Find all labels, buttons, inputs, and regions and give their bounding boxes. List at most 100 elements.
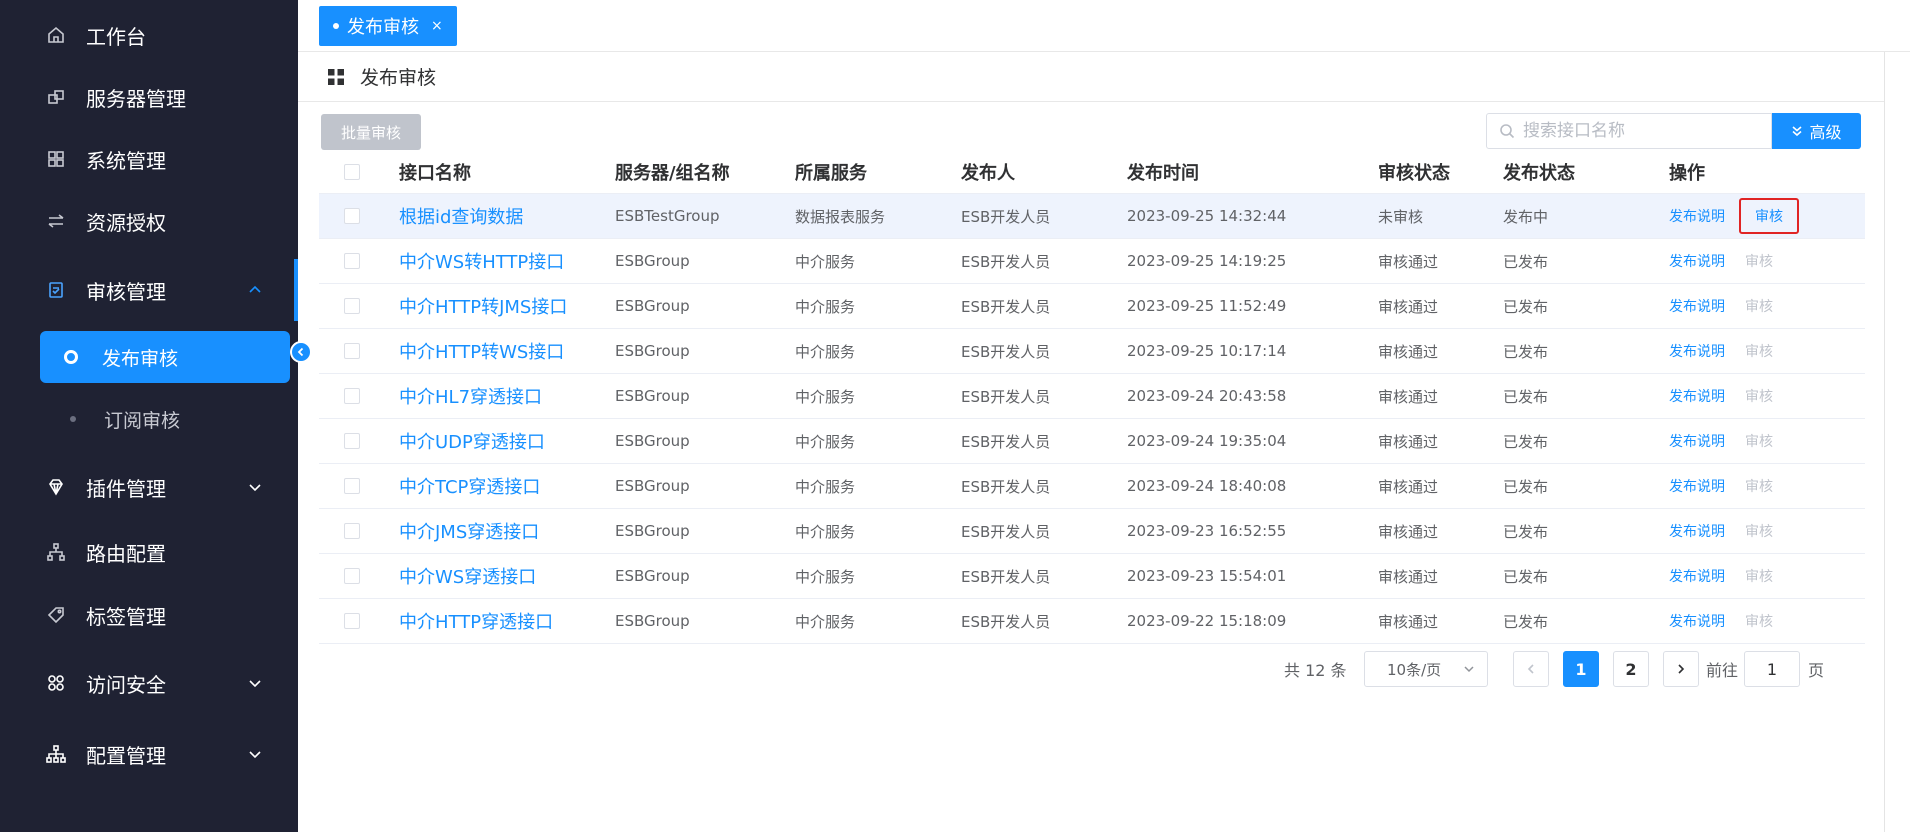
table-row[interactable]: 中介UDP穿透接口 ESBGroup 中介服务 ESB开发人员 2023-09-24 1… xyxy=(319,419,1865,464)
publish-note-link[interactable]: 发布说明 xyxy=(1669,206,1725,226)
publish-note-link[interactable]: 发布说明 xyxy=(1669,296,1725,316)
publish-note-link[interactable]: 发布说明 xyxy=(1669,521,1725,541)
next-page-button[interactable] xyxy=(1663,651,1699,687)
pagination-total: 共 12 条 xyxy=(1284,661,1347,680)
column-header[interactable]: 发布状态 xyxy=(1503,159,1669,185)
batch-audit-button[interactable]: 批量审核 xyxy=(321,114,421,150)
interface-name-link[interactable]: 中介WS穿透接口 xyxy=(399,563,615,589)
search-box xyxy=(1486,113,1772,149)
table-row[interactable]: 中介HTTP转WS接口 ESBGroup 中介服务 ESB开发人员 2023-09-25… xyxy=(319,329,1865,374)
sidebar-subitem-label: 订阅审核 xyxy=(104,409,181,432)
publish-note-link[interactable]: 发布说明 xyxy=(1669,476,1725,496)
row-checkbox[interactable] xyxy=(344,208,360,224)
publish-note-link[interactable]: 发布说明 xyxy=(1669,386,1725,406)
table-row[interactable]: 中介TCP穿透接口 ESBGroup 中介服务 ESB开发人员 2023-09-24 1… xyxy=(319,464,1865,509)
sidebar-item-access-security[interactable]: 访问安全 xyxy=(0,652,298,714)
table-row[interactable]: 中介WS穿透接口 ESBGroup 中介服务 ESB开发人员 2023-09-23 15… xyxy=(319,554,1865,599)
row-checkbox[interactable] xyxy=(344,523,360,539)
close-icon[interactable]: × xyxy=(431,18,443,34)
sidebar-item-resource-auth[interactable]: 资源授权 xyxy=(0,190,298,252)
sidebar-item-workbench[interactable]: 工作台 xyxy=(0,4,298,66)
sidebar-subitem-subscribe-audit[interactable]: 订阅审核 xyxy=(40,393,290,445)
publish-note-link[interactable]: 发布说明 xyxy=(1669,566,1725,586)
sidebar-item-config[interactable]: 配置管理 xyxy=(0,723,298,785)
column-header[interactable]: 发布人 xyxy=(961,159,1127,185)
publisher-cell: ESB开发人员 xyxy=(961,612,1051,631)
column-header[interactable]: 发布时间 xyxy=(1127,159,1378,185)
column-header[interactable]: 服务器/组名称 xyxy=(615,159,795,185)
audit-status-cell: 审核通过 xyxy=(1378,612,1439,631)
table-row[interactable]: 中介JMS穿透接口 ESBGroup 中介服务 ESB开发人员 2023-09-23 1… xyxy=(319,509,1865,554)
table-row[interactable]: 中介HTTP穿透接口 ESBGroup 中介服务 ESB开发人员 2023-09-22 … xyxy=(319,599,1865,644)
interface-name-link[interactable]: 中介HTTP穿透接口 xyxy=(399,608,615,634)
column-header[interactable]: 审核状态 xyxy=(1378,159,1503,185)
interface-name-link[interactable]: 中介HL7穿透接口 xyxy=(399,383,615,409)
sitemap-icon xyxy=(46,744,66,764)
row-checkbox[interactable] xyxy=(344,388,360,404)
publish-note-link[interactable]: 发布说明 xyxy=(1669,251,1725,271)
table-row[interactable]: 中介HTTP转JMS接口 ESBGroup 中介服务 ESB开发人员 2023-09-2… xyxy=(319,284,1865,329)
audit-button-disabled: 审核 xyxy=(1745,299,1773,315)
column-header[interactable]: 接口名称 xyxy=(399,159,615,185)
interface-name-link[interactable]: 中介HTTP转JMS接口 xyxy=(399,293,615,319)
goto-page-input[interactable] xyxy=(1744,651,1801,687)
interface-name-link[interactable]: 中介TCP穿透接口 xyxy=(399,473,615,499)
table-row[interactable]: 中介HL7穿透接口 ESBGroup 中介服务 ESB开发人员 2023-09-24 2… xyxy=(319,374,1865,419)
sidebar-item-system[interactable]: 系统管理 xyxy=(0,128,298,190)
search-input[interactable] xyxy=(1523,121,1763,141)
prev-page-button[interactable] xyxy=(1513,651,1549,687)
row-checkbox[interactable] xyxy=(344,343,360,359)
operations-cell: 发布说明 审核 xyxy=(1669,386,1865,406)
interface-name-link[interactable]: 根据id查询数据 xyxy=(399,203,615,229)
chevron-down-icon xyxy=(249,484,261,492)
row-checkbox-cell xyxy=(319,433,399,449)
publish-time-cell: 2023-09-25 14:19:25 xyxy=(1127,252,1287,270)
audit-status-cell: 审核通过 xyxy=(1378,342,1439,361)
publish-note-link[interactable]: 发布说明 xyxy=(1669,611,1725,631)
audit-button-disabled: 审核 xyxy=(1745,254,1773,270)
publisher-cell: ESB开发人员 xyxy=(961,477,1051,496)
row-checkbox[interactable] xyxy=(344,298,360,314)
sidebar-item-audit-management[interactable]: 审核管理 xyxy=(0,259,298,321)
page-size-value: 10条/页 xyxy=(1387,660,1442,679)
interface-name-link[interactable]: 中介JMS穿透接口 xyxy=(399,518,615,544)
sidebar-item-label: 插件管理 xyxy=(86,476,166,501)
audit-button[interactable]: 审核 xyxy=(1739,198,1799,234)
publish-status-cell: 已发布 xyxy=(1503,432,1549,451)
advanced-label: 高级 xyxy=(1809,123,1842,142)
page-size-select[interactable]: 10条/页 xyxy=(1364,651,1488,687)
publish-note-link[interactable]: 发布说明 xyxy=(1669,431,1725,451)
row-checkbox[interactable] xyxy=(344,568,360,584)
tabs-bar: 发布审核 × xyxy=(298,0,1910,52)
audit-button-disabled: 审核 xyxy=(1745,389,1773,405)
interface-name-link[interactable]: 中介HTTP转WS接口 xyxy=(399,338,615,364)
interface-name-link[interactable]: 中介UDP穿透接口 xyxy=(399,428,615,454)
sidebar-item-label: 路由配置 xyxy=(86,541,166,566)
select-all-checkbox[interactable] xyxy=(344,163,360,180)
row-checkbox[interactable] xyxy=(344,253,360,269)
sidebar-item-server[interactable]: 服务器管理 xyxy=(0,66,298,128)
operations-cell: 发布说明 审核 xyxy=(1669,251,1865,271)
sidebar-collapse-button[interactable] xyxy=(290,341,312,363)
column-header[interactable]: 所属服务 xyxy=(795,159,961,185)
sidebar-item-plugin[interactable]: 插件管理 xyxy=(0,456,298,518)
advanced-search-button[interactable]: 高级 xyxy=(1772,113,1861,149)
page-button-1[interactable]: 1 xyxy=(1563,651,1599,687)
table-row[interactable]: 根据id查询数据 ESBTestGroup 数据报表服务 ESB开发人员 2023-09… xyxy=(319,194,1865,239)
interface-name-link[interactable]: 中介WS转HTTP接口 xyxy=(399,248,615,274)
publish-note-link[interactable]: 发布说明 xyxy=(1669,341,1725,361)
chevron-right-icon xyxy=(1678,664,1685,674)
table-row[interactable]: 中介WS转HTTP接口 ESBGroup 中介服务 ESB开发人员 2023-09-25… xyxy=(319,239,1865,284)
tab-publish-audit[interactable]: 发布审核 × xyxy=(319,6,457,46)
sidebar-item-route[interactable]: 路由配置 xyxy=(0,521,298,583)
group-cell: ESBGroup xyxy=(615,342,690,360)
page-button-2[interactable]: 2 xyxy=(1613,651,1649,687)
operations-cell: 发布说明 审核 xyxy=(1669,198,1865,234)
row-checkbox[interactable] xyxy=(344,478,360,494)
operations-cell: 发布说明 审核 xyxy=(1669,431,1865,451)
goto-suffix: 页 xyxy=(1808,661,1825,680)
row-checkbox[interactable] xyxy=(344,613,360,629)
sidebar-item-tag[interactable]: 标签管理 xyxy=(0,584,298,646)
sidebar-subitem-publish-audit[interactable]: 发布审核 xyxy=(40,331,290,383)
row-checkbox[interactable] xyxy=(344,433,360,449)
